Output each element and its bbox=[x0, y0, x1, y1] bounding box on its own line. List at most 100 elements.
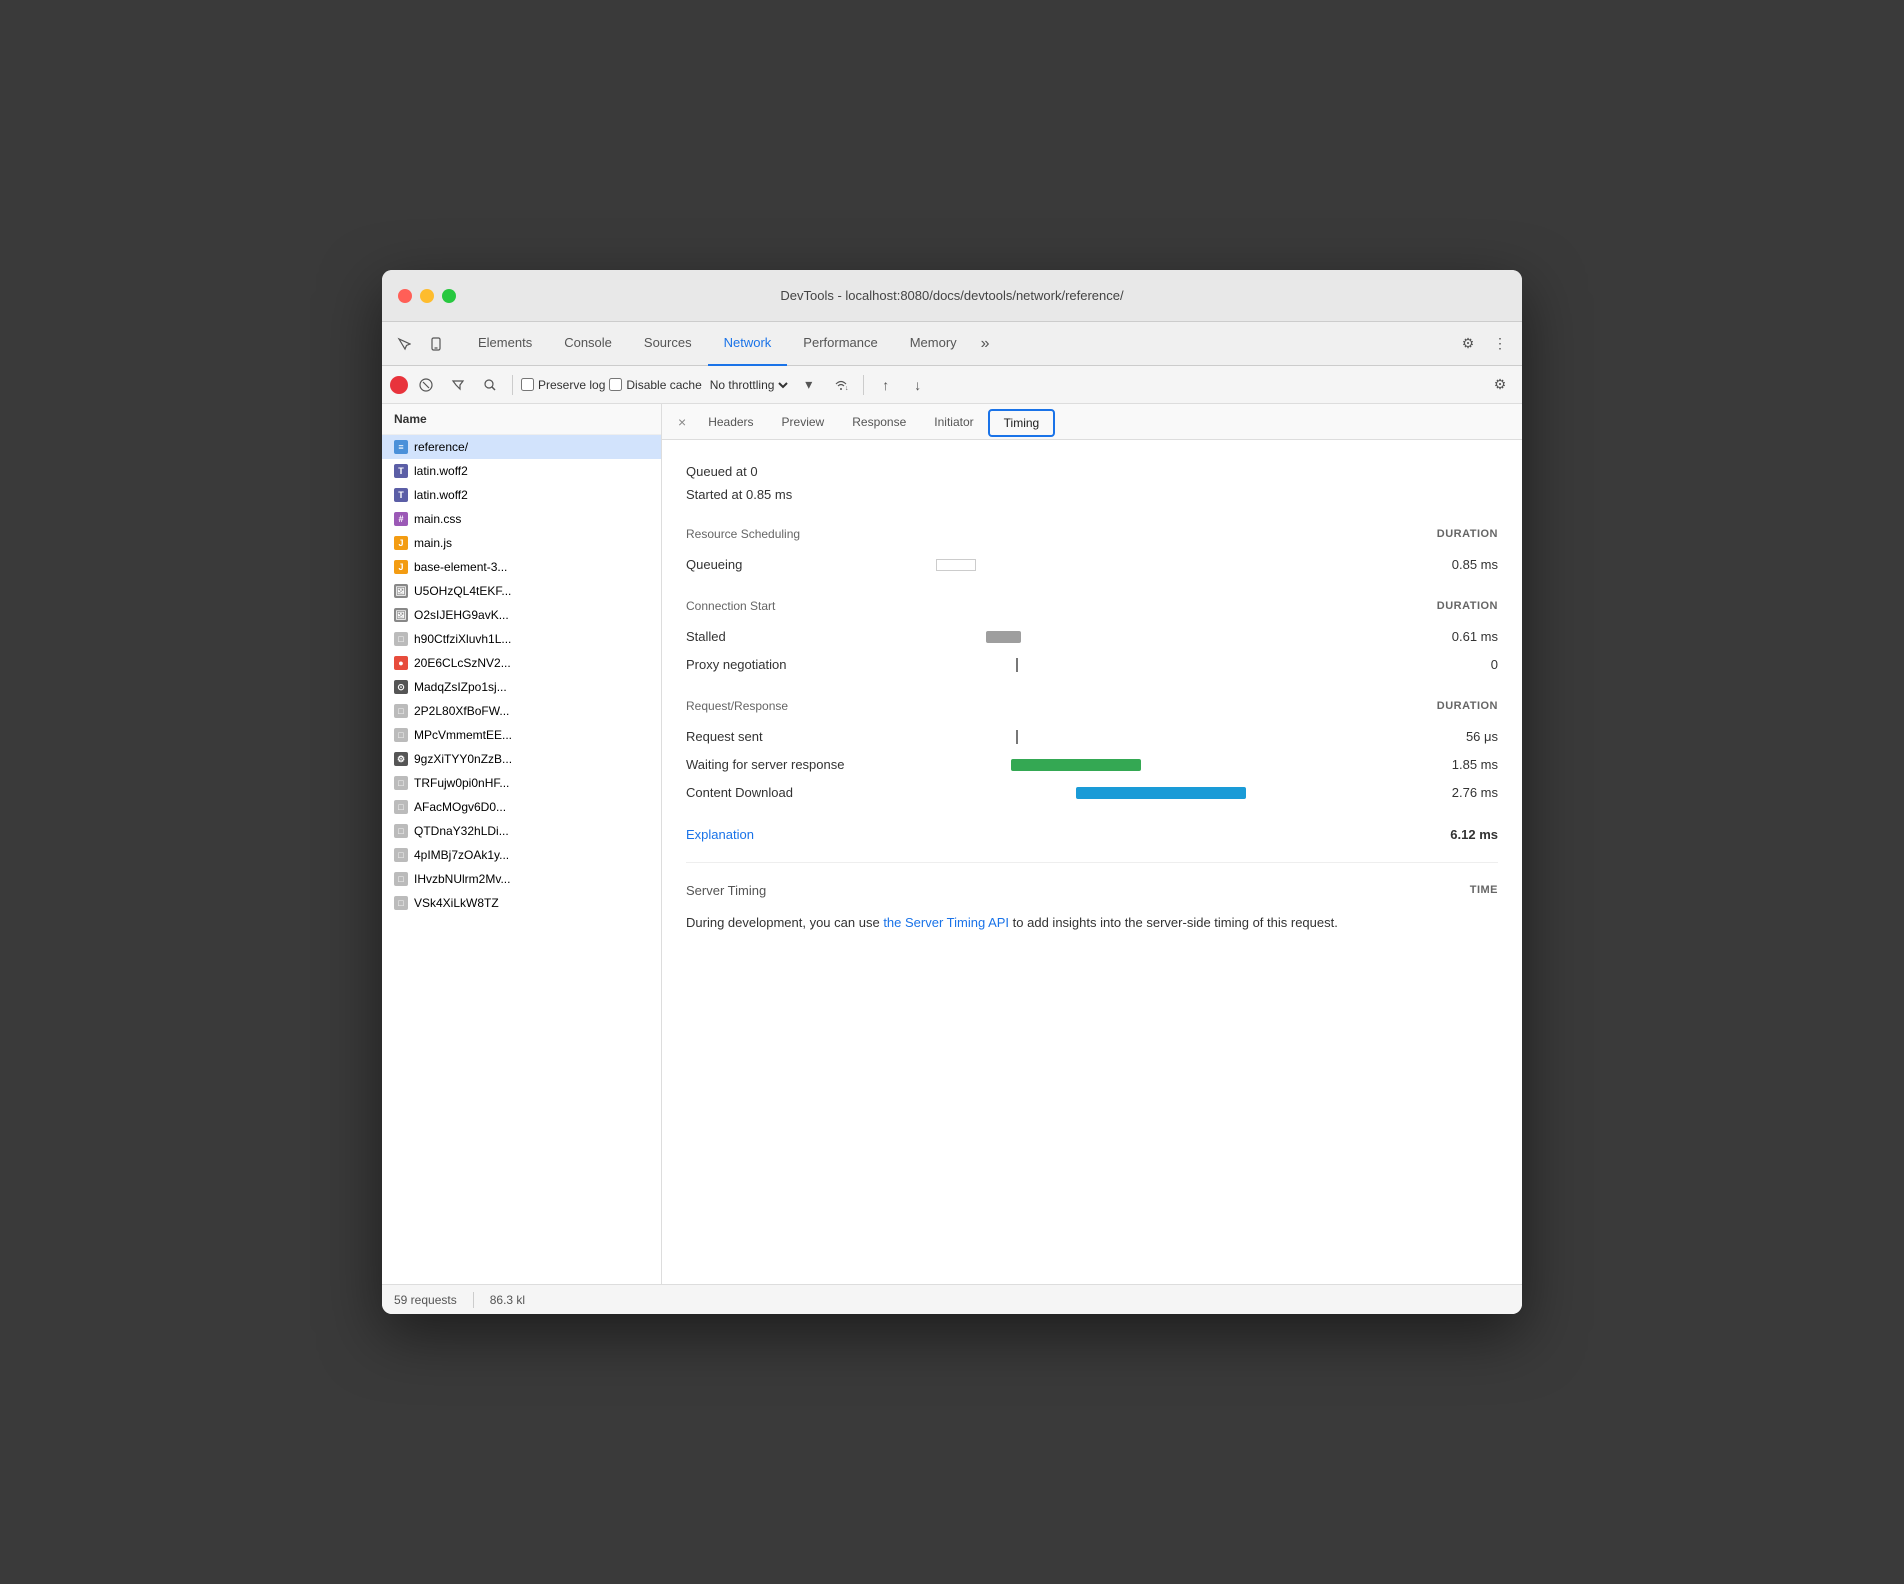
file-name: 20E6CLcSzNV2... bbox=[414, 656, 511, 670]
toolbar-separator-2 bbox=[863, 375, 864, 395]
more-options-icon[interactable]: ⋮ bbox=[1486, 330, 1514, 358]
server-timing-header: Server Timing TIME bbox=[686, 883, 1498, 898]
resource-scheduling-title: Resource Scheduling bbox=[686, 527, 800, 541]
traffic-lights bbox=[398, 289, 456, 303]
list-item[interactable]: J main.js bbox=[382, 531, 661, 555]
list-item[interactable]: □ MPcVmmemtEE... bbox=[382, 723, 661, 747]
download-bar-container bbox=[906, 783, 1418, 803]
file-name: h90CtfziXluvh1L... bbox=[414, 632, 511, 646]
tab-performance[interactable]: Performance bbox=[787, 322, 893, 366]
file-name: main.css bbox=[414, 512, 461, 526]
timing-content: Queued at 0 Started at 0.85 ms Resource … bbox=[662, 440, 1522, 1284]
list-item[interactable]: □ AFacMOgv6D0... bbox=[382, 795, 661, 819]
file-name: TRFujw0pi0nHF... bbox=[414, 776, 509, 790]
queueing-value: 0.85 ms bbox=[1418, 557, 1498, 572]
network-settings-icon[interactable]: ⚙ bbox=[1486, 371, 1514, 399]
upload-icon[interactable]: ↑ bbox=[872, 371, 900, 399]
throttle-select[interactable]: No throttling bbox=[706, 377, 791, 393]
minimize-button[interactable] bbox=[420, 289, 434, 303]
explanation-link[interactable]: Explanation bbox=[686, 827, 754, 842]
connection-start-header: Connection Start DURATION bbox=[686, 599, 1498, 617]
disable-cache-checkbox[interactable] bbox=[609, 378, 622, 391]
list-item[interactable]: T latin.woff2 bbox=[382, 483, 661, 507]
throttle-dropdown-icon[interactable]: ▾ bbox=[795, 371, 823, 399]
devtools-tab-bar: Elements Console Sources Network Perform… bbox=[382, 322, 1522, 366]
file-name: U5OHzQL4tEKF... bbox=[414, 584, 511, 598]
proxy-value: 0 bbox=[1418, 657, 1498, 672]
timing-row-waiting: Waiting for server response 1.85 ms bbox=[686, 755, 1498, 775]
request-sent-value: 56 μs bbox=[1418, 729, 1498, 744]
preserve-log-label[interactable]: Preserve log bbox=[521, 378, 605, 392]
js-icon: J bbox=[394, 560, 408, 574]
record-button[interactable] bbox=[390, 376, 408, 394]
disable-cache-label[interactable]: Disable cache bbox=[609, 378, 701, 392]
devtools-cursor-tools bbox=[390, 330, 450, 358]
request-response-title: Request/Response bbox=[686, 699, 788, 713]
list-item[interactable]: 🖼 O2sIJEHG9avK... bbox=[382, 603, 661, 627]
tab-elements[interactable]: Elements bbox=[462, 322, 548, 366]
clear-icon[interactable] bbox=[412, 371, 440, 399]
settings-icon[interactable]: ⚙ bbox=[1454, 330, 1482, 358]
other-icon: □ bbox=[394, 728, 408, 742]
gear-icon: ⊙ bbox=[394, 680, 408, 694]
search-icon[interactable] bbox=[476, 371, 504, 399]
request-sent-label: Request sent bbox=[686, 729, 906, 744]
list-item[interactable]: □ h90CtfziXluvh1L... bbox=[382, 627, 661, 651]
filter-icon[interactable] bbox=[444, 371, 472, 399]
tab-console[interactable]: Console bbox=[548, 322, 628, 366]
list-item[interactable]: 🖼 U5OHzQL4tEKF... bbox=[382, 579, 661, 603]
wifi-icon[interactable]: ↓ bbox=[827, 371, 855, 399]
timing-row-request-sent: Request sent 56 μs bbox=[686, 727, 1498, 747]
server-timing-desc-text: During development, you can use bbox=[686, 915, 880, 930]
tabs-overflow-button[interactable]: » bbox=[973, 335, 998, 353]
tab-initiator[interactable]: Initiator bbox=[920, 404, 987, 440]
close-tab-button[interactable]: × bbox=[670, 414, 694, 430]
main-panel: × Headers Preview Response Initiator Tim… bbox=[662, 404, 1522, 1284]
list-item[interactable]: ⊙ MadqZsIZpo1sj... bbox=[382, 675, 661, 699]
download-icon[interactable]: ↓ bbox=[904, 371, 932, 399]
connection-start-section: Connection Start DURATION Stalled 0.61 m… bbox=[686, 599, 1498, 675]
tab-memory[interactable]: Memory bbox=[894, 322, 973, 366]
list-item[interactable]: # main.css bbox=[382, 507, 661, 531]
list-item[interactable]: □ VSk4XiLkW8TZ bbox=[382, 891, 661, 915]
other-icon: □ bbox=[394, 704, 408, 718]
tab-preview[interactable]: Preview bbox=[768, 404, 839, 440]
list-item[interactable]: □ QTDnaY32hLDi... bbox=[382, 819, 661, 843]
waiting-label: Waiting for server response bbox=[686, 757, 906, 772]
list-item[interactable]: J base-element-3... bbox=[382, 555, 661, 579]
list-item[interactable]: □ IHvzbNUlrm2Mv... bbox=[382, 867, 661, 891]
other-icon: □ bbox=[394, 872, 408, 886]
queueing-label: Queueing bbox=[686, 557, 906, 572]
proxy-label: Proxy negotiation bbox=[686, 657, 906, 672]
list-item[interactable]: ⚙ 9gzXiTYY0nZzB... bbox=[382, 747, 661, 771]
window-title: DevTools - localhost:8080/docs/devtools/… bbox=[780, 288, 1123, 303]
mobile-icon[interactable] bbox=[422, 330, 450, 358]
tab-network[interactable]: Network bbox=[708, 322, 788, 366]
transfer-size: 86.3 kl bbox=[490, 1293, 525, 1307]
file-name: VSk4XiLkW8TZ bbox=[414, 896, 499, 910]
server-timing-api-link[interactable]: the Server Timing API bbox=[883, 915, 1009, 930]
toolbar-separator-1 bbox=[512, 375, 513, 395]
request-sent-bar bbox=[1016, 730, 1018, 744]
maximize-button[interactable] bbox=[442, 289, 456, 303]
close-button[interactable] bbox=[398, 289, 412, 303]
timing-meta: Queued at 0 Started at 0.85 ms bbox=[686, 460, 1498, 507]
cursor-icon[interactable] bbox=[390, 330, 418, 358]
tab-timing[interactable]: Timing bbox=[988, 409, 1056, 437]
list-item[interactable]: ≡ reference/ bbox=[382, 435, 661, 459]
list-item[interactable]: □ TRFujw0pi0nHF... bbox=[382, 771, 661, 795]
tab-response[interactable]: Response bbox=[838, 404, 920, 440]
list-item[interactable]: T latin.woff2 bbox=[382, 459, 661, 483]
preserve-log-checkbox[interactable] bbox=[521, 378, 534, 391]
list-item[interactable]: □ 2P2L80XfBoFW... bbox=[382, 699, 661, 723]
timing-row-queueing: Queueing 0.85 ms bbox=[686, 555, 1498, 575]
disable-cache-text: Disable cache bbox=[626, 378, 701, 392]
list-item[interactable]: □ 4pIMBj7zOAk1y... bbox=[382, 843, 661, 867]
list-item[interactable]: ● 20E6CLcSzNV2... bbox=[382, 651, 661, 675]
tab-sources[interactable]: Sources bbox=[628, 322, 708, 366]
img-icon: 🖼 bbox=[394, 608, 408, 622]
tab-headers[interactable]: Headers bbox=[694, 404, 767, 440]
request-response-duration-label: DURATION bbox=[1437, 700, 1498, 712]
stalled-label: Stalled bbox=[686, 629, 906, 644]
file-name: MadqZsIZpo1sj... bbox=[414, 680, 507, 694]
